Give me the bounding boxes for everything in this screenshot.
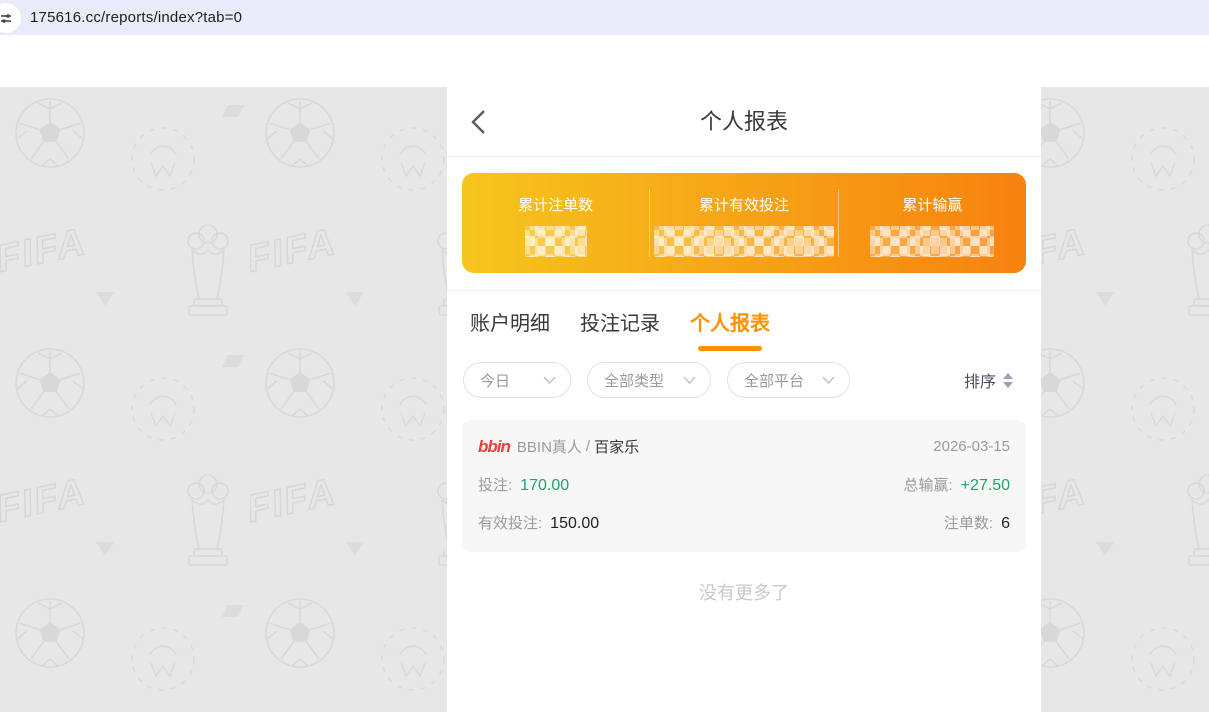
valid-bet-amount: 有效投注: 150.00 (478, 512, 599, 533)
stat-label: 累计注单数 (462, 194, 649, 215)
masked-value (654, 226, 834, 257)
back-button[interactable] (471, 108, 489, 136)
sort-arrows-icon (1003, 373, 1013, 388)
stat-winloss: 累计输赢 (839, 173, 1026, 273)
tab-bet-records[interactable]: 投注记录 (580, 307, 660, 351)
separator: / (586, 438, 590, 455)
bet-count: 注单数: 6 (944, 512, 1010, 533)
chevron-down-icon (543, 376, 556, 384)
site-info-button[interactable] (0, 3, 21, 33)
platform-filter-dropdown[interactable]: 全部平台 (727, 362, 850, 398)
game-name: 百家乐 (594, 436, 639, 457)
sort-control[interactable]: 排序 (964, 368, 1013, 392)
report-date: 2026-03-15 (933, 438, 1010, 455)
app-panel: 个人报表 累计注单数 累计有效投注 累计输赢 (447, 87, 1041, 712)
active-tab-underline (698, 346, 762, 351)
browser-url-bar[interactable]: 175616.cc/reports/index?tab=0 (0, 0, 1209, 35)
tune-icon (0, 12, 12, 24)
tab-label: 账户明细 (470, 313, 550, 335)
dropdown-label: 今日 (480, 370, 510, 391)
tab-label: 投注记录 (580, 313, 660, 335)
stat-total-bets: 累计注单数 (462, 173, 649, 273)
report-row: 有效投注: 150.00 注单数: 6 (478, 512, 1010, 533)
tab-label: 个人报表 (690, 313, 770, 335)
app-header: 个人报表 (447, 87, 1041, 157)
masked-value (525, 226, 587, 257)
stat-label: 累计输赢 (839, 194, 1026, 215)
masked-value (870, 226, 994, 257)
chevron-left-icon (471, 109, 486, 135)
provider-name: BBIN真人 (517, 436, 582, 457)
url-text[interactable]: 175616.cc/reports/index?tab=0 (30, 9, 242, 26)
dropdown-label: 全部类型 (604, 370, 664, 391)
date-filter-dropdown[interactable]: 今日 (463, 362, 571, 398)
stat-valid-bets: 累计有效投注 (650, 173, 837, 273)
summary-card: 累计注单数 累计有效投注 累计输赢 (462, 173, 1026, 273)
sort-label: 排序 (964, 368, 996, 392)
tab-account-detail[interactable]: 账户明细 (470, 307, 550, 351)
bet-amount: 投注: 170.00 (478, 474, 569, 495)
filter-bar: 今日 全部类型 全部平台 排序 (447, 351, 1041, 410)
dropdown-label: 全部平台 (744, 370, 804, 391)
bbin-logo: bbin (478, 437, 510, 457)
total-winloss: 总输赢: +27.50 (903, 474, 1010, 495)
report-row: 投注: 170.00 总输赢: +27.50 (478, 474, 1010, 495)
bet-count-label: 注单数: (944, 512, 993, 533)
no-more-text: 没有更多了 (447, 552, 1041, 605)
winloss-label: 总输赢: (903, 474, 952, 495)
tab-bar: 账户明细 投注记录 个人报表 (447, 291, 1041, 351)
page-title: 个人报表 (447, 87, 1041, 157)
valid-bet-label: 有效投注: (478, 512, 542, 533)
bet-label: 投注: (478, 474, 512, 495)
browser-gap (0, 35, 1209, 87)
tab-personal-report[interactable]: 个人报表 (690, 307, 770, 351)
type-filter-dropdown[interactable]: 全部类型 (587, 362, 711, 398)
stat-label: 累计有效投注 (650, 194, 837, 215)
report-item-header: bbin BBIN真人 / 百家乐 2026-03-15 (478, 436, 1010, 457)
chevron-down-icon (683, 376, 696, 384)
page-background: FIFA (0, 87, 1209, 712)
summary-section: 累计注单数 累计有效投注 累计输赢 (447, 157, 1041, 291)
winloss-value: +27.50 (961, 477, 1010, 495)
bet-count-value: 6 (1001, 515, 1010, 533)
valid-bet-value: 150.00 (550, 515, 599, 533)
report-list-item[interactable]: bbin BBIN真人 / 百家乐 2026-03-15 投注: 170.00 … (462, 420, 1026, 552)
chevron-down-icon (822, 376, 835, 384)
bet-value: 170.00 (520, 477, 569, 495)
